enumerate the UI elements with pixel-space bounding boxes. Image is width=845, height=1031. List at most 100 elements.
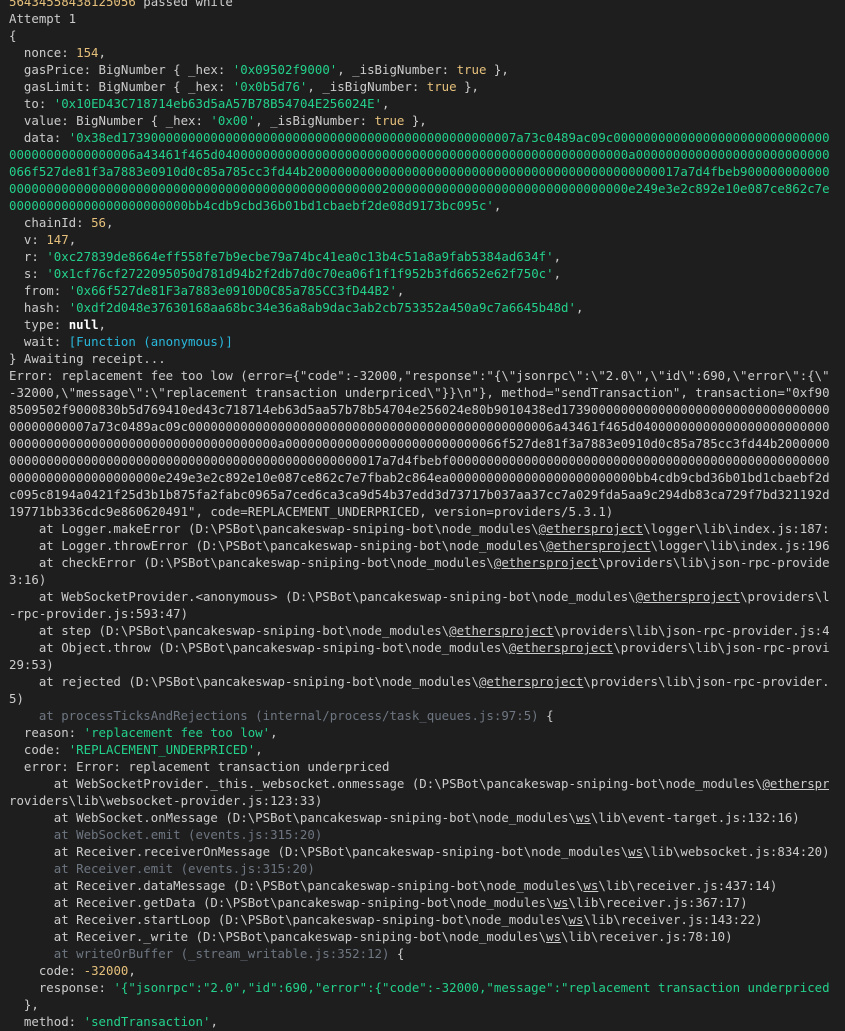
terminal-output[interactable]: 56434558438125056 passed while Attempt 1 {… [0,0,845,1031]
terminal-text-segment: '0x38ed173900000000000000000000000000000… [68,130,829,145]
terminal-text-segment: ws [546,929,562,944]
terminal-text-segment: roviders\lib\websocket-provider.js:123:3… [9,793,323,808]
terminal-line: value: BigNumber { _hex: '0x00', _isBigN… [9,112,829,129]
terminal-text-segment: reason: [9,725,84,740]
terminal-line: at checkError (D:\PSBot\pancakeswap-snip… [9,554,829,571]
terminal-line: data: '0x38ed173900000000000000000000000… [9,129,829,146]
terminal-text-segment: Attempt 1 [9,11,77,26]
terminal-line: method: 'sendTransaction', [9,1013,829,1030]
terminal-line: 19771bb336cdc9e860620491", code=REPLACEM… [9,503,829,520]
terminal-text-segment: { [389,946,405,961]
terminal-text-segment: '0x10ED43C718714eb63d5aA57B78B54704E2560… [53,96,382,111]
terminal-text-segment: @ethersproject [493,555,599,570]
terminal-line: at Receiver.receiverOnMessage (D:\PSBot\… [9,843,829,860]
terminal-line: 8509502f9000830b5d769410ed43c718714eb63d… [9,401,829,418]
terminal-line: 56434558438125056 passed while [9,0,829,10]
terminal-line: at Receiver.dataMessage (D:\PSBot\pancak… [9,877,829,894]
terminal-text-segment: ws [568,912,584,927]
terminal-text-segment: 19771bb336cdc9e860620491", code=REPLACEM… [9,504,614,519]
terminal-line: reason: 'replacement fee too low', [9,724,829,741]
terminal-lines: 56434558438125056 passed while Attempt 1 {… [9,0,829,1030]
terminal-text-segment: value: BigNumber { _hex: [9,113,211,128]
terminal-text-segment: \lib\receiver.js:367:17) [568,895,748,910]
terminal-line: c095c8194a0421f25d3b1b875fa2fabc0965a7ce… [9,486,829,503]
terminal-line: 000000000000000000000000bb4cdb9cbd36b01b… [9,197,829,214]
terminal-text-segment: method: [9,1014,84,1029]
terminal-text-segment: \lib\websocket.js:834:20) [643,844,829,859]
terminal-line: at WebSocketProvider._this._websocket.on… [9,775,829,792]
terminal-text-segment: , [255,742,263,757]
terminal-text-segment: \providers\lib\json [740,589,829,604]
terminal-text-segment: v: [9,232,47,247]
terminal-text-segment: , _isBigNumber: [307,79,427,94]
terminal-text-segment: at Logger.throwError (D:\PSBot\pancakesw… [9,538,547,553]
terminal-text-segment: , _isBigNumber: [337,62,457,77]
terminal-line: to: '0x10ED43C718714eb63d5aA57B78B54704E… [9,95,829,112]
terminal-text-segment: \providers\lib\json-rpc-provider.js:48:2… [553,623,829,638]
terminal-text-segment: gasLimit: BigNumber { _hex: [9,79,233,94]
terminal-line: 00000000007a73c0489ac09c0000000000000000… [9,418,829,435]
terminal-text-segment: 00000000000000006a43461f465d040000000000… [9,147,829,162]
terminal-text-segment: true [426,79,457,94]
terminal-text-segment: passed while [135,0,233,9]
terminal-text-segment: true [456,62,487,77]
terminal-line: v: 147, [9,231,829,248]
terminal-text-segment: at Object.throw (D:\PSBot\pancakeswap-sn… [9,640,509,655]
terminal-text-segment: '{"jsonrpc":"2.0","id":690,"error":{"cod… [113,980,829,995]
terminal-line: hash: '0xdf2d048e37630168aa68bc34e36a8ab… [9,299,829,316]
terminal-text-segment: 56 [91,215,106,230]
terminal-text-segment: , [553,266,562,281]
terminal-text-segment: { [538,708,554,723]
terminal-text-segment: '0xc27839de8664eff558fe7b9ecbe79a74bc41e… [46,249,554,264]
terminal-text-segment: at Receiver.emit (events.js:315:20) [9,861,315,876]
terminal-text-segment: at Receiver.dataMessage (D:\PSBot\pancak… [9,878,584,893]
terminal-line: at Receiver.emit (events.js:315:20) [9,860,829,877]
terminal-text-segment: at WebSocketProvider.<anonymous> (D:\PSB… [9,589,636,604]
terminal-text-segment: [Function (anonymous)] [68,334,233,349]
terminal-line: nonce: 154, [9,44,829,61]
terminal-line: at processTicksAndRejections (internal/p… [9,707,829,724]
terminal-text-segment: 'REPLACEMENT_UNDERPRICED' [68,742,256,757]
terminal-line: error: Error: replacement transaction un… [9,758,829,775]
terminal-text-segment: at checkError (D:\PSBot\pancakeswap-snip… [9,555,494,570]
terminal-text-segment: } Awaiting receipt... [9,351,166,366]
terminal-text-segment: 00000000007a73c0489ac09c0000000000000000… [9,419,829,434]
terminal-text-segment: ws [575,810,591,825]
terminal-text-segment: @ethersproject [762,776,829,791]
terminal-text-segment: }, [456,79,479,94]
terminal-line: at Logger.makeError (D:\PSBot\pancakeswa… [9,520,829,537]
terminal-text-segment: c095c8194a0421f25d3b1b875fa2fabc0965a7ce… [9,487,829,502]
terminal-text-segment: , [553,249,562,264]
terminal-text-segment: , [128,963,136,978]
terminal-text-segment: at Receiver.getData (D:\PSBot\pancakeswa… [9,895,554,910]
terminal-line: 5) [9,690,829,707]
terminal-text-segment: 3:16) [9,572,47,587]
terminal-text-segment: ws [628,844,644,859]
terminal-line: 00000000000000006a43461f465d040000000000… [9,146,829,163]
terminal-line: Attempt 1 [9,10,829,27]
terminal-line: }, [9,996,829,1013]
terminal-text-segment: at rejected (D:\PSBot\pancakeswap-snipin… [9,674,479,689]
terminal-text-segment: @ethersproject [478,674,584,689]
terminal-line: at Receiver._write (D:\PSBot\pancakeswap… [9,928,829,945]
terminal-line: code: -32000, [9,962,829,979]
terminal-text-segment: 'replacement fee too low' [83,725,271,740]
terminal-text-segment: nonce: [9,45,77,60]
terminal-line: at WebSocket.emit (events.js:315:20) [9,826,829,843]
terminal-text-segment: at Receiver._write (D:\PSBot\pancakeswap… [9,929,547,944]
terminal-line: type: null, [9,316,829,333]
terminal-text-segment: , [98,45,106,60]
terminal-text-segment: '0x0b5d76' [232,79,308,94]
terminal-text-segment: }, [404,113,427,128]
terminal-text-segment: data: [9,130,69,145]
terminal-line: at WebSocket.onMessage (D:\PSBot\pancake… [9,809,829,826]
terminal-text-segment: , [382,96,390,111]
terminal-text-segment: s: [9,266,47,281]
terminal-text-segment: , [98,317,106,332]
terminal-text-segment: error: Error: replacement transaction un… [9,759,390,774]
terminal-text-segment: 147 [46,232,69,247]
terminal-text-segment: hash: [9,300,69,315]
terminal-text-segment: \lib\receiver.js:437:14) [598,878,778,893]
terminal-line: response: '{"jsonrpc":"2.0","id":690,"er… [9,979,829,996]
terminal-text-segment: 0000000000000000000000000000000000000000… [9,181,829,196]
